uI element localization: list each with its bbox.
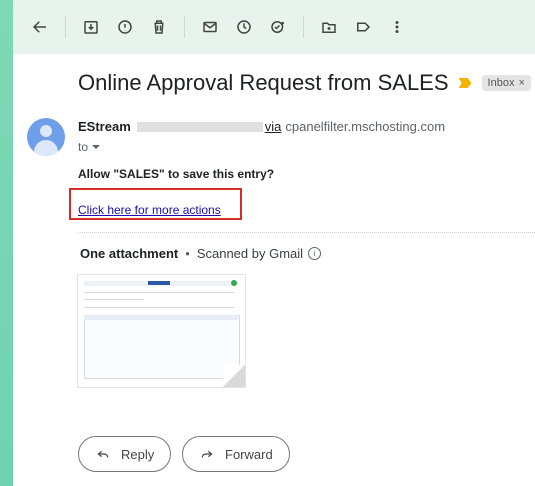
delete-icon[interactable] (142, 10, 176, 44)
move-to-icon[interactable] (312, 10, 346, 44)
thumbnail-line (84, 292, 234, 293)
thumbnail-status-dot (231, 280, 237, 286)
more-actions-link[interactable]: Click here for more actions (78, 203, 221, 217)
email-view: Online Approval Request from SALES Inbox… (13, 0, 535, 486)
toolbar-divider (303, 16, 304, 38)
subject-row: Online Approval Request from SALES Inbox… (78, 70, 531, 96)
archive-icon[interactable] (74, 10, 108, 44)
attachment-title: One attachment (80, 246, 179, 261)
sender-line: EStream via cpanelfilter.mschosting.com (78, 119, 445, 134)
avatar-head-shape (40, 125, 52, 137)
avatar-body-shape (34, 140, 58, 156)
recipient-line[interactable]: to (78, 140, 101, 154)
report-spam-icon[interactable] (108, 10, 142, 44)
sender-name[interactable]: EStream (78, 119, 131, 134)
toolbar (13, 0, 535, 54)
inbox-label-text: Inbox (487, 77, 515, 89)
body-question: Allow "SALES" to save this entry? (78, 167, 275, 181)
thumbnail-line (84, 307, 234, 308)
remove-label-icon[interactable]: × (518, 77, 524, 89)
toolbar-divider (184, 16, 185, 38)
importance-marker-icon[interactable] (458, 78, 472, 88)
attachment-thumbnail[interactable] (78, 275, 245, 387)
to-label: to (78, 140, 89, 154)
thumbnail-grid (84, 315, 240, 379)
attachment-separator: • (185, 246, 190, 261)
label-icon[interactable] (346, 10, 380, 44)
more-options-icon[interactable] (380, 10, 414, 44)
via-domain: cpanelfilter.mschosting.com (285, 119, 446, 134)
mark-unread-icon[interactable] (193, 10, 227, 44)
sender-avatar[interactable] (27, 118, 65, 156)
attachment-divider (78, 232, 535, 233)
chevron-down-icon[interactable] (92, 145, 101, 149)
toolbar-divider (65, 16, 66, 38)
reply-label: Reply (121, 446, 155, 462)
info-icon[interactable]: i (308, 247, 322, 260)
thumbnail-title-bar (148, 281, 170, 285)
inbox-label-chip[interactable]: Inbox × (481, 75, 531, 91)
via-link[interactable]: via (265, 119, 282, 134)
forward-label: Forward (225, 446, 273, 462)
scanned-by-gmail: Scanned by Gmail (196, 246, 304, 261)
email-subject: Online Approval Request from SALES (78, 70, 449, 95)
page-curl-shape (223, 365, 245, 387)
back-arrow-icon[interactable] (23, 10, 57, 44)
redacted-email-address (136, 121, 263, 132)
reply-button[interactable]: Reply (78, 436, 172, 472)
forward-button[interactable]: Forward (182, 436, 290, 472)
snooze-icon[interactable] (227, 10, 261, 44)
thumbnail-grid-header (84, 315, 238, 320)
attachment-header: One attachment • Scanned by Gmail i (80, 246, 322, 261)
thumbnail-line (84, 299, 144, 300)
add-to-tasks-icon[interactable] (261, 10, 295, 44)
reply-arrow-icon (97, 450, 109, 458)
forward-arrow-icon (201, 450, 213, 458)
